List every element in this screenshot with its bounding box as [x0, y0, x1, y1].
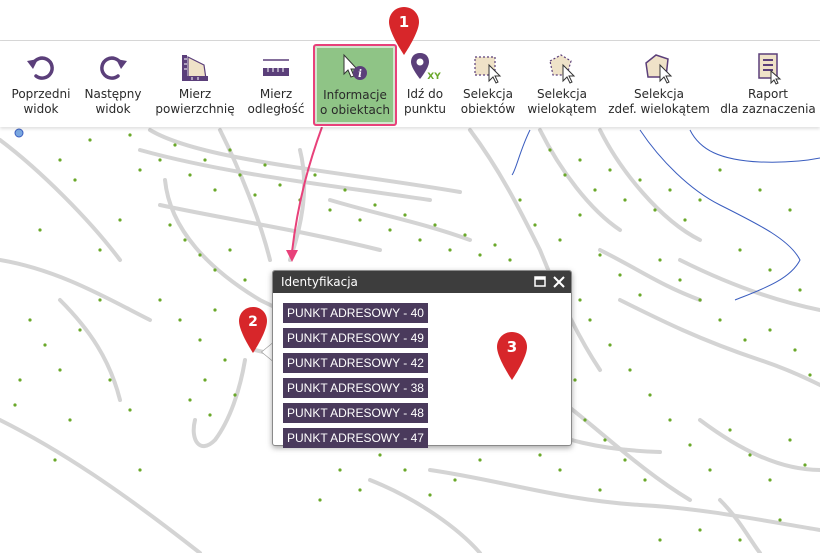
ruler-icon [263, 59, 289, 76]
object-info-button[interactable]: i Informacje o obiektach [313, 44, 397, 126]
go-to-point-label: Idź do punktu [403, 87, 447, 116]
result-item[interactable]: PUNKT ADRESOWY - 48 [283, 403, 428, 423]
result-item[interactable]: PUNKT ADRESOWY - 40 [283, 303, 428, 323]
map-control-dot[interactable] [14, 128, 24, 138]
select-objects-label: Selekcja obiektów [460, 87, 516, 116]
result-item[interactable]: PUNKT ADRESOWY - 42 [283, 353, 428, 373]
select-defined-polygon-icon [645, 54, 673, 84]
object-info-label: Informacje o obiektach [319, 88, 391, 117]
svg-text:XY: XY [427, 72, 441, 82]
annotation-marker-2: 2 [239, 307, 267, 353]
selection-report-button[interactable]: Raport dla zaznaczenia [720, 45, 816, 123]
select-polygon-button[interactable]: Selekcja wielokątem [524, 45, 600, 123]
measure-area-label: Mierz powierzchnię [155, 87, 235, 116]
report-icon [758, 53, 782, 85]
annotation-marker-1: 1 [389, 7, 419, 55]
measure-area-icon [182, 55, 208, 81]
svg-text:2: 2 [248, 314, 258, 330]
result-item[interactable]: PUNKT ADRESOWY - 49 [283, 328, 428, 348]
select-objects-icon [474, 56, 502, 84]
select-defined-polygon-button[interactable]: Selekcja zdef. wielokątem [606, 45, 712, 123]
previous-view-button[interactable]: Poprzedni widok [10, 45, 72, 123]
measure-distance-label: Mierz odległość [247, 87, 305, 116]
select-objects-button[interactable]: Selekcja obiektów [457, 45, 519, 123]
result-item[interactable]: PUNKT ADRESOWY - 38 [283, 378, 428, 398]
select-defined-polygon-label: Selekcja zdef. wielokątem [608, 87, 710, 116]
previous-view-label: Poprzedni widok [11, 87, 71, 116]
svg-text:1: 1 [399, 13, 409, 31]
info-cursor-icon: i [343, 53, 367, 80]
selection-report-label: Raport dla zaznaczenia [720, 87, 816, 116]
popup-header: Identyfikacja [273, 271, 571, 293]
popup-title: Identyfikacja [281, 275, 358, 289]
annotation-marker-3: 3 [497, 332, 527, 380]
select-polygon-icon [549, 54, 576, 84]
svg-text:3: 3 [507, 338, 517, 356]
result-item[interactable]: PUNKT ADRESOWY - 47 [283, 428, 428, 448]
undo-arrow-icon [27, 56, 54, 80]
result-list: PUNKT ADRESOWY - 40 PUNKT ADRESOWY - 49 … [283, 302, 428, 452]
select-polygon-label: Selekcja wielokątem [527, 87, 597, 116]
measure-area-button[interactable]: Mierz powierzchnię [152, 45, 238, 123]
measure-distance-button[interactable]: Mierz odległość [244, 45, 308, 123]
close-icon[interactable] [550, 271, 568, 293]
svg-text:i: i [358, 69, 362, 80]
next-view-button[interactable]: Następny widok [82, 45, 144, 123]
maximize-icon[interactable] [531, 271, 549, 293]
next-view-label: Następny widok [84, 87, 142, 116]
redo-arrow-icon [100, 56, 127, 80]
